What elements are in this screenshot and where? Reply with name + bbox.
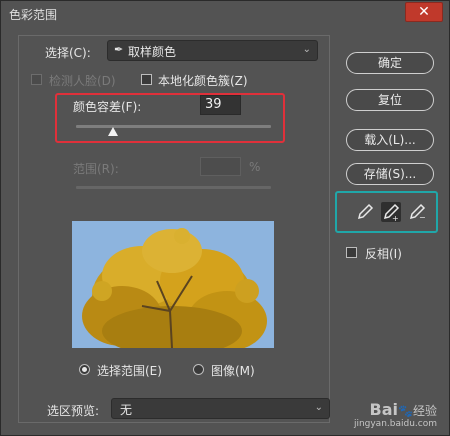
watermark-jingyan: 经验 — [412, 404, 437, 418]
select-value: 取样颜色 — [128, 45, 177, 59]
ginkgo-tree-image — [72, 221, 274, 348]
paw-icon: 🐾 — [398, 404, 413, 418]
invert-checkbox[interactable] — [346, 247, 357, 258]
svg-text:+: + — [392, 214, 399, 222]
selection-preview-label: 选区预览: — [47, 404, 100, 418]
add-sample-eyedropper-icon[interactable]: + — [381, 202, 401, 223]
ok-button[interactable]: 确定 — [346, 52, 434, 74]
chevron-down-icon: ⌄ — [314, 402, 323, 413]
selection-preview-value: 无 — [120, 403, 133, 417]
eyedropper-icon: ✒ — [114, 43, 124, 56]
fuzziness-slider-thumb[interactable] — [108, 127, 119, 136]
detect-faces-checkbox[interactable] — [31, 74, 42, 85]
fuzziness-input[interactable]: 39 — [200, 95, 241, 115]
chevron-down-icon: ⌄ — [302, 44, 311, 55]
range-slider-track[interactable] — [76, 186, 271, 189]
watermark-url: jingyan.baidu.com — [353, 419, 437, 429]
title-bar: 色彩范围 ✕ — [1, 1, 449, 27]
image-radio[interactable] — [193, 364, 204, 375]
eyedropper-icon[interactable] — [355, 202, 375, 222]
select-label: 选择(C): — [45, 46, 91, 60]
range-input[interactable] — [200, 157, 241, 176]
image-radio-label: 图像(M) — [211, 364, 255, 378]
baidu-watermark: Bai🐾经验 jingyan.baidu.com — [354, 400, 437, 429]
close-button[interactable]: ✕ — [405, 2, 443, 22]
dialog-title: 色彩范围 — [9, 8, 58, 22]
selection-preview-dropdown[interactable]: 无 ⌄ — [111, 398, 330, 419]
watermark-brand: Bai — [369, 400, 399, 419]
select-dropdown[interactable]: ✒ 取样颜色 ⌄ — [107, 40, 318, 61]
svg-text:−: − — [419, 213, 426, 222]
detect-faces-label: 检测人脸(D) — [49, 74, 116, 88]
preview-image — [72, 221, 274, 348]
selection-radio-label: 选择范围(E) — [97, 364, 162, 378]
color-range-dialog: 色彩范围 ✕ 选择(C): ✒ 取样颜色 ⌄ 检测人脸(D) 本地化颜色簇(Z)… — [0, 0, 450, 436]
localized-clusters-label: 本地化颜色簇(Z) — [158, 74, 248, 88]
save-button[interactable]: 存储(S)... — [346, 163, 434, 185]
subtract-sample-eyedropper-icon[interactable]: − — [407, 202, 427, 222]
invert-label: 反相(I) — [365, 247, 402, 261]
fuzziness-label: 颜色容差(F): — [73, 100, 142, 114]
fuzziness-slider-track[interactable] — [76, 125, 271, 128]
selection-radio[interactable] — [79, 364, 90, 375]
range-percent: % — [249, 160, 261, 174]
load-button[interactable]: 载入(L)... — [346, 129, 434, 151]
localized-clusters-checkbox[interactable] — [141, 74, 152, 85]
range-label: 范围(R): — [73, 162, 119, 176]
reset-button[interactable]: 复位 — [346, 89, 434, 111]
